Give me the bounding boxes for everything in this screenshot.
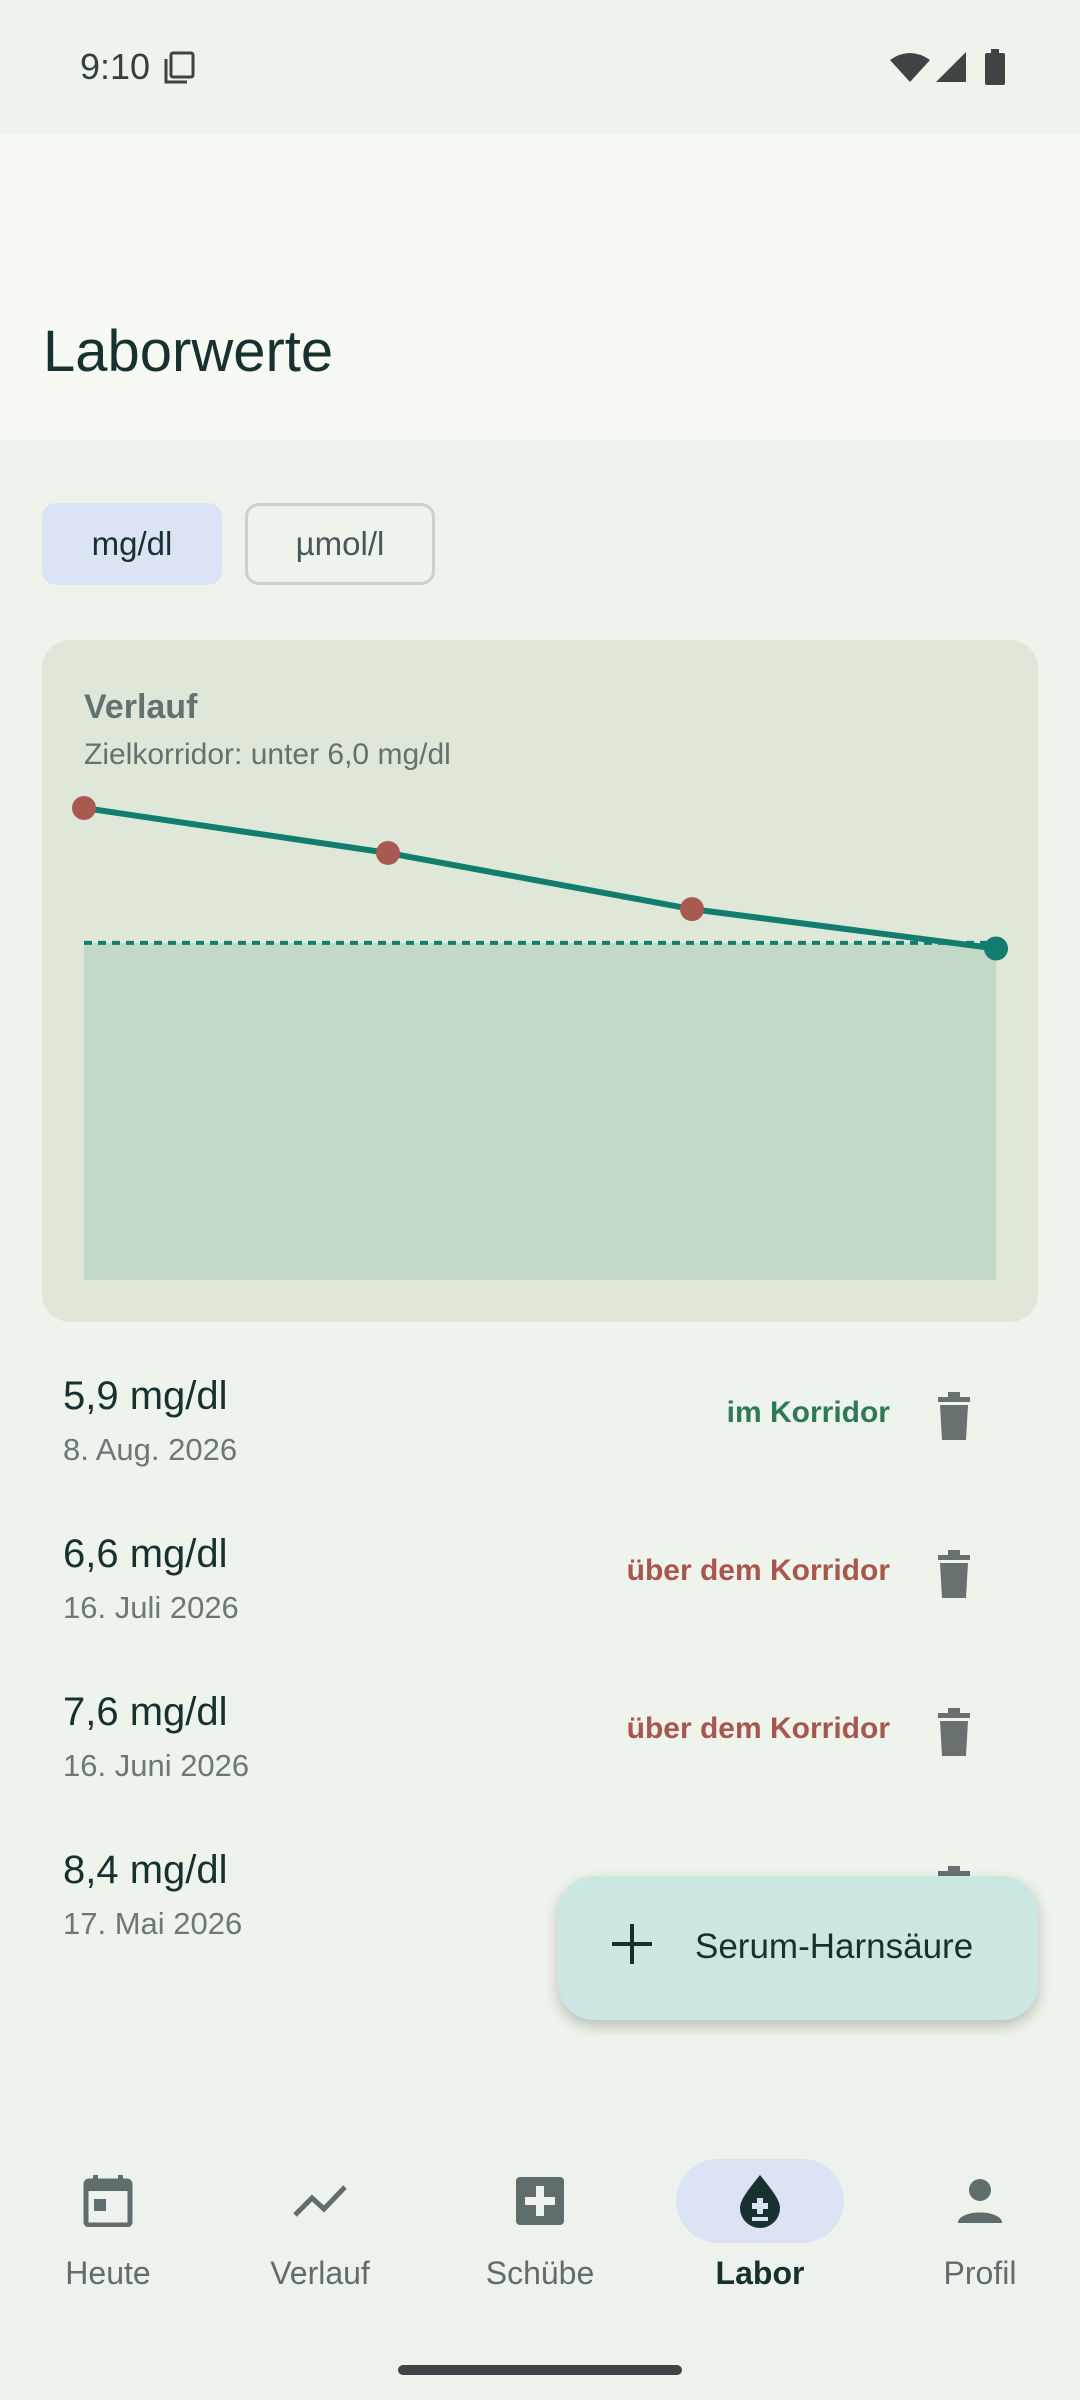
entry-date: 8. Aug. 2026 xyxy=(63,1432,238,1467)
nav-label: Labor xyxy=(715,2255,805,2291)
home-indicator xyxy=(398,2365,682,2375)
nav-item-labor[interactable]: Labor xyxy=(652,2127,868,2347)
nav-icon-container xyxy=(896,2159,1064,2243)
data-point xyxy=(680,897,704,922)
entry-status: im Korridor xyxy=(726,1396,890,1429)
person-icon xyxy=(958,2179,1002,2223)
data-point xyxy=(984,936,1008,961)
entry-value: 6,6 mg/dl xyxy=(63,1532,228,1576)
drop-icon xyxy=(740,2175,780,2228)
unit-chip-umol-l[interactable]: µmol/l xyxy=(245,503,435,585)
page-title: Laborwerte xyxy=(43,319,334,384)
bottom-navigation: Heute Verlauf Schübe Labor Profil xyxy=(0,2127,1080,2400)
entry-status: über dem Korridor xyxy=(626,1554,890,1587)
wifi-icon xyxy=(890,53,930,82)
nav-item-heute[interactable]: Heute xyxy=(0,2127,216,2347)
entry-date: 16. Juli 2026 xyxy=(63,1590,239,1625)
entry-value: 8,4 mg/dl xyxy=(63,1848,228,1892)
data-point xyxy=(72,796,96,820)
status-time: 9:10 xyxy=(80,46,151,87)
target-band xyxy=(84,942,996,1280)
nav-icon-container xyxy=(676,2159,844,2243)
add-uric-acid-button[interactable]: Serum-Harnsäure xyxy=(558,1876,1038,2020)
entry-date: 17. Mai 2026 xyxy=(63,1906,243,1941)
delete-icon[interactable] xyxy=(934,1550,974,1600)
entry-value: 5,9 mg/dl xyxy=(63,1374,228,1418)
list-item: 6,6 mg/dl 16. Juli 2026 über dem Korrido… xyxy=(0,1508,1080,1666)
app-bar xyxy=(0,135,1080,440)
entry-date: 16. Juni 2026 xyxy=(63,1748,250,1783)
nav-icon-container xyxy=(24,2159,192,2243)
nav-item-verlauf[interactable]: Verlauf xyxy=(212,2127,428,2347)
trend-icon xyxy=(293,2185,347,2217)
entry-status: über dem Korridor xyxy=(626,1712,890,1745)
uric-acid-chart xyxy=(72,796,1008,1280)
nav-label: Heute xyxy=(65,2255,151,2291)
plus-icon xyxy=(612,1924,652,1964)
fab-label: Serum-Harnsäure xyxy=(695,1927,974,1966)
list-item: 7,6 mg/dl 16. Juni 2026 über dem Korrido… xyxy=(0,1666,1080,1824)
signal-icon xyxy=(936,52,966,82)
delete-icon[interactable] xyxy=(934,1708,974,1758)
screenshot-notification-icon xyxy=(164,51,195,84)
nav-item-schuebe[interactable]: Schübe xyxy=(432,2127,648,2347)
nav-label: Profil xyxy=(943,2255,1017,2291)
delete-icon[interactable] xyxy=(934,1392,974,1442)
calendar-icon xyxy=(83,2175,133,2227)
nav-icon-container xyxy=(236,2159,404,2243)
unit-chip-mg-dl[interactable]: mg/dl xyxy=(42,503,222,585)
chart-card: Verlauf Zielkorridor: unter 6,0 mg/dl xyxy=(42,640,1038,1322)
status-bar: 9:10 xyxy=(0,0,1080,135)
nav-label: Schübe xyxy=(485,2255,595,2291)
data-point xyxy=(376,840,400,865)
battery-icon xyxy=(985,49,1005,85)
entry-value: 7,6 mg/dl xyxy=(63,1690,228,1734)
nav-label: Verlauf xyxy=(270,2255,370,2291)
nav-icon-container xyxy=(456,2159,624,2243)
medical-plus-icon xyxy=(516,2177,564,2225)
series-line xyxy=(83,805,997,952)
list-item: 5,9 mg/dl 8. Aug. 2026 im Korridor xyxy=(0,1350,1080,1508)
nav-item-profil[interactable]: Profil xyxy=(872,2127,1080,2347)
